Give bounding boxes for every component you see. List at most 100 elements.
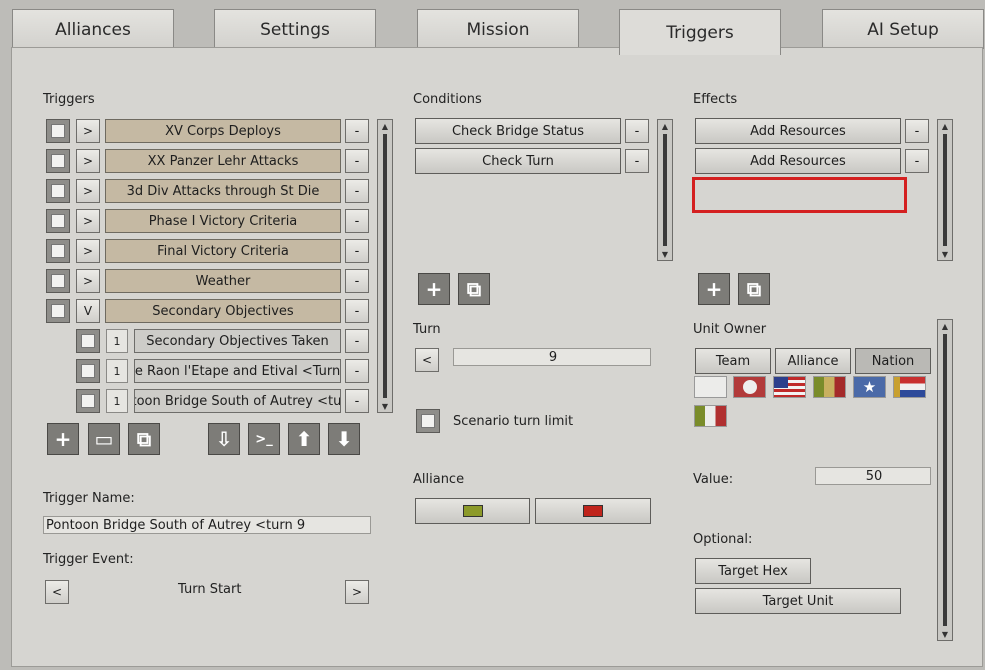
condition-item[interactable]: Check Turn: [415, 148, 621, 174]
remove-effect-button[interactable]: -: [905, 119, 929, 143]
trigger-checkbox[interactable]: [46, 239, 70, 263]
scroll-up-icon[interactable]: ▲: [658, 120, 672, 132]
flag-icon[interactable]: [694, 405, 727, 427]
scroll-down-icon[interactable]: ▼: [938, 248, 952, 260]
remove-trigger-button[interactable]: -: [345, 149, 369, 173]
add-condition-button[interactable]: +: [418, 273, 450, 305]
trigger-item[interactable]: XV Corps Deploys: [105, 119, 341, 143]
sub-trigger-checkbox[interactable]: [76, 329, 100, 353]
move-up-button[interactable]: ⬆: [288, 423, 320, 455]
sub-trigger-checkbox[interactable]: [76, 389, 100, 413]
trigger-item[interactable]: XX Panzer Lehr Attacks: [105, 149, 341, 173]
open-folder-button[interactable]: ▭: [88, 423, 120, 455]
console-button[interactable]: >_: [248, 423, 280, 455]
sub-trigger-item[interactable]: Take Raon l'Etape and Etival <Turn 19: [134, 359, 341, 383]
effect-item[interactable]: Add Resources: [695, 118, 901, 144]
trigger-item[interactable]: 3d Div Attacks through St Die: [105, 179, 341, 203]
trigger-checkbox[interactable]: [46, 299, 70, 323]
tab-alliances[interactable]: Alliances: [12, 9, 174, 49]
trigger-item[interactable]: Final Victory Criteria: [105, 239, 341, 263]
trigger-item[interactable]: Phase I Victory Criteria: [105, 209, 341, 233]
owner-team-button[interactable]: Team: [695, 348, 771, 374]
collapse-button[interactable]: V: [76, 299, 100, 323]
target-unit-button[interactable]: Target Unit: [695, 588, 901, 614]
remove-condition-button[interactable]: -: [625, 149, 649, 173]
target-hex-button[interactable]: Target Hex: [695, 558, 811, 584]
remove-effect-button[interactable]: -: [905, 149, 929, 173]
conditions-scrollbar[interactable]: ▲ ▼: [657, 119, 673, 261]
trigger-item[interactable]: Weather: [105, 269, 341, 293]
scroll-up-icon[interactable]: ▲: [938, 120, 952, 132]
turn-label: Turn: [413, 322, 441, 337]
alliance-1-button[interactable]: [415, 498, 530, 524]
expand-button[interactable]: >: [76, 239, 100, 263]
flag-icon[interactable]: [813, 376, 846, 398]
expand-button[interactable]: >: [76, 149, 100, 173]
event-next-button[interactable]: >: [345, 580, 369, 604]
tab-triggers[interactable]: Triggers: [619, 9, 781, 55]
remove-trigger-button[interactable]: -: [345, 179, 369, 203]
flag-icon[interactable]: [733, 376, 766, 398]
remove-trigger-button[interactable]: -: [345, 269, 369, 293]
remove-trigger-button[interactable]: -: [345, 389, 369, 413]
scroll-up-icon[interactable]: ▲: [378, 120, 392, 132]
tab-settings[interactable]: Settings: [214, 9, 376, 49]
remove-trigger-button[interactable]: -: [345, 209, 369, 233]
move-down-button[interactable]: ⬇: [328, 423, 360, 455]
alliance-label: Alliance: [413, 472, 465, 487]
scroll-down-icon[interactable]: ▼: [378, 400, 392, 412]
copy-effect-button[interactable]: ⧉: [738, 273, 770, 305]
owner-nation-button[interactable]: Nation: [855, 348, 931, 374]
trigger-checkbox[interactable]: [46, 149, 70, 173]
tab-ai-setup[interactable]: AI Setup: [822, 9, 984, 49]
scroll-down-icon[interactable]: ▼: [658, 248, 672, 260]
scroll-down-icon[interactable]: ▼: [938, 628, 952, 640]
optional-label: Optional:: [693, 532, 753, 547]
effect-item[interactable]: Add Resources: [695, 148, 901, 174]
trigger-item[interactable]: Secondary Objectives: [105, 299, 341, 323]
us-flag-icon[interactable]: [773, 376, 806, 398]
turn-limit-checkbox[interactable]: [416, 409, 440, 433]
effects-scrollbar[interactable]: ▲ ▼: [937, 119, 953, 261]
remove-trigger-button[interactable]: -: [345, 359, 369, 383]
add-trigger-button[interactable]: +: [47, 423, 79, 455]
highlight-box: [692, 177, 907, 213]
copy-trigger-button[interactable]: ⧉: [128, 423, 160, 455]
add-effect-button[interactable]: +: [698, 273, 730, 305]
trigger-name-field[interactable]: Pontoon Bridge South of Autrey <turn 9: [43, 516, 371, 534]
alliance-2-button[interactable]: [535, 498, 651, 524]
triggers-scrollbar[interactable]: ▲ ▼: [377, 119, 393, 413]
triggers-heading: Triggers: [43, 92, 95, 107]
expand-button[interactable]: >: [76, 119, 100, 143]
owner-scrollbar[interactable]: ▲ ▼: [937, 319, 953, 641]
trigger-checkbox[interactable]: [46, 179, 70, 203]
trigger-checkbox[interactable]: [46, 269, 70, 293]
value-field[interactable]: 50: [815, 467, 931, 485]
expand-button[interactable]: >: [76, 179, 100, 203]
remove-trigger-button[interactable]: -: [345, 239, 369, 263]
owner-alliance-button[interactable]: Alliance: [775, 348, 851, 374]
expand-button[interactable]: >: [76, 209, 100, 233]
condition-item[interactable]: Check Bridge Status: [415, 118, 621, 144]
sub-trigger-checkbox[interactable]: [76, 359, 100, 383]
event-prev-button[interactable]: <: [45, 580, 69, 604]
flag-icon[interactable]: [893, 376, 926, 398]
sub-trigger-item[interactable]: Pontoon Bridge South of Autrey <turn 9: [134, 389, 341, 413]
turn-prev-button[interactable]: <: [415, 348, 439, 372]
turn-value-field[interactable]: 9: [453, 348, 651, 366]
trigger-checkbox[interactable]: [46, 119, 70, 143]
expand-button[interactable]: >: [76, 269, 100, 293]
remove-trigger-button[interactable]: -: [345, 329, 369, 353]
sub-trigger-item[interactable]: Secondary Objectives Taken: [134, 329, 341, 353]
flag-icon[interactable]: ★: [853, 376, 886, 398]
flag-icon[interactable]: [694, 376, 727, 398]
import-button[interactable]: ⇩: [208, 423, 240, 455]
copy-condition-button[interactable]: ⧉: [458, 273, 490, 305]
remove-trigger-button[interactable]: -: [345, 299, 369, 323]
trigger-event-value: Turn Start: [178, 582, 242, 597]
scroll-up-icon[interactable]: ▲: [938, 320, 952, 332]
remove-trigger-button[interactable]: -: [345, 119, 369, 143]
trigger-checkbox[interactable]: [46, 209, 70, 233]
remove-condition-button[interactable]: -: [625, 119, 649, 143]
tab-mission[interactable]: Mission: [417, 9, 579, 49]
